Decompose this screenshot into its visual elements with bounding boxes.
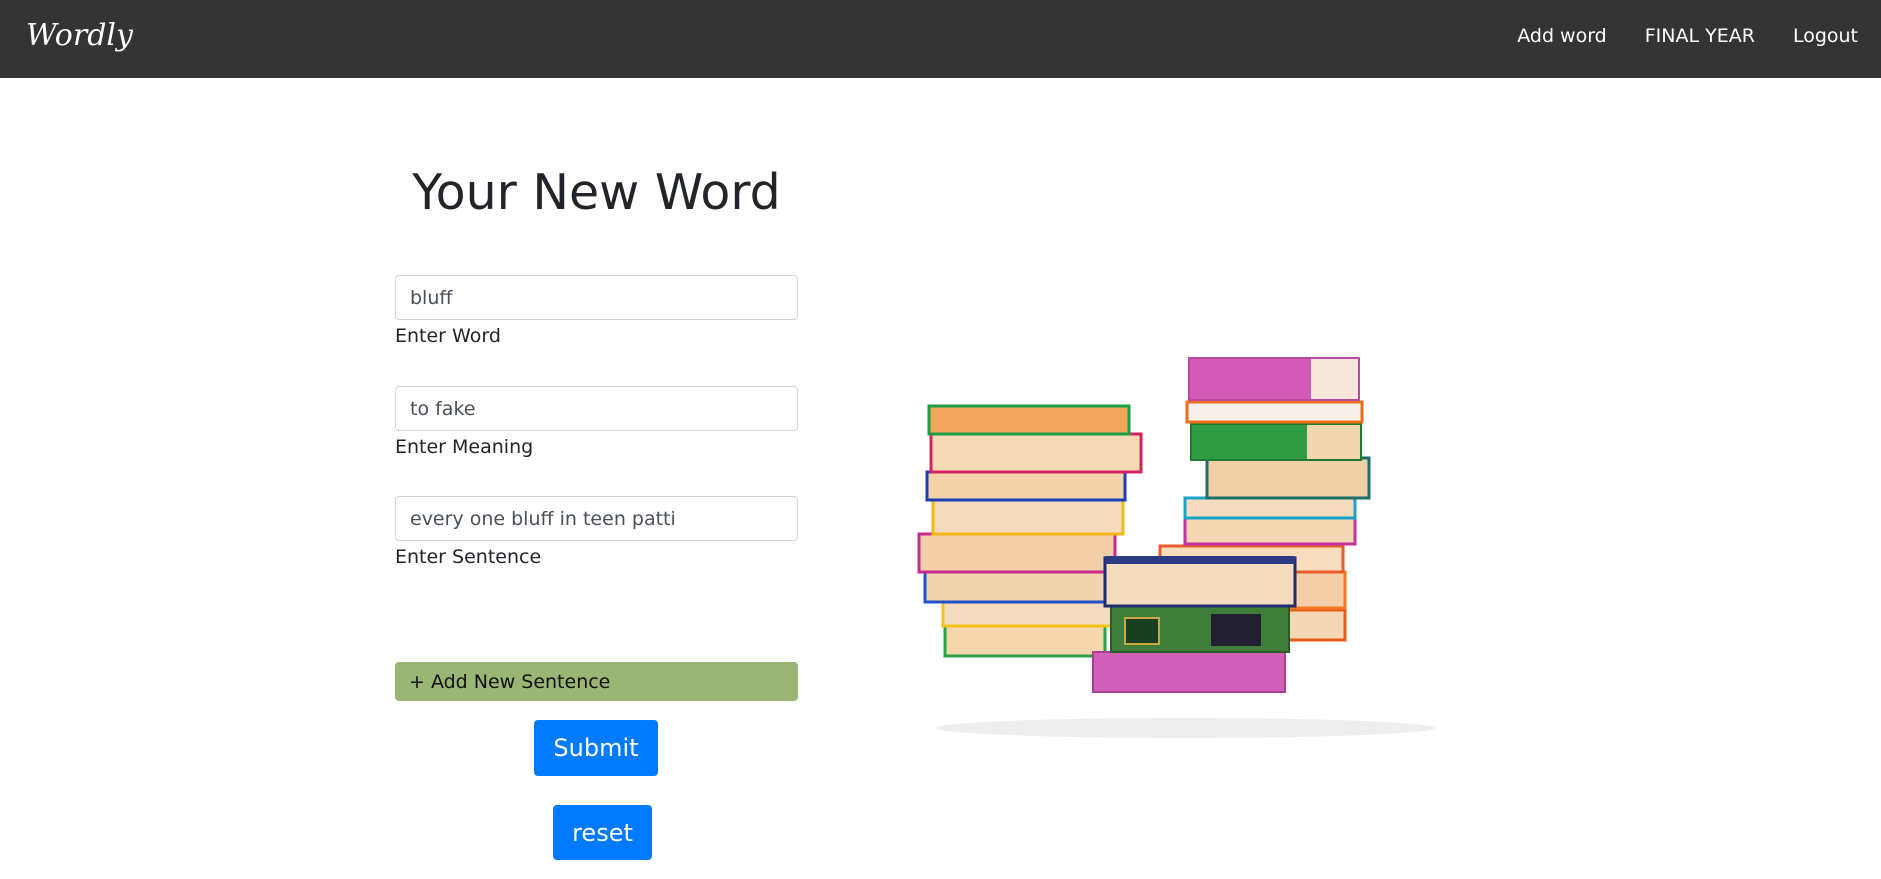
sentence-label: Enter Sentence xyxy=(395,546,542,568)
page-title: Your New Word xyxy=(412,164,781,221)
meaning-label: Enter Meaning xyxy=(395,436,534,458)
word-input[interactable] xyxy=(395,275,798,320)
word-label: Enter Word xyxy=(395,325,501,347)
nav-logout[interactable]: Logout xyxy=(1793,23,1858,49)
reset-button[interactable]: reset xyxy=(553,805,652,860)
navbar: Wordly Add word FINAL YEAR Logout xyxy=(0,0,1881,78)
add-new-sentence-button[interactable]: + Add New Sentence xyxy=(395,662,798,701)
front-book-stack xyxy=(1092,556,1297,693)
word-field-group: Enter Word xyxy=(395,275,798,348)
submit-button[interactable]: Submit xyxy=(534,720,658,776)
brand-logo[interactable]: Wordly xyxy=(26,16,133,56)
sentence-input[interactable] xyxy=(395,496,798,541)
nav-final-year[interactable]: FINAL YEAR xyxy=(1645,23,1755,49)
meaning-field-group: Enter Meaning xyxy=(395,386,798,459)
stack-of-books-image xyxy=(917,357,1435,738)
sentence-field-group: Enter Sentence xyxy=(395,496,798,569)
nav-add-word[interactable]: Add word xyxy=(1517,23,1607,49)
nav-links: Add word FINAL YEAR Logout xyxy=(1479,23,1858,49)
meaning-input[interactable] xyxy=(395,386,798,431)
left-book-stack xyxy=(917,404,1143,658)
